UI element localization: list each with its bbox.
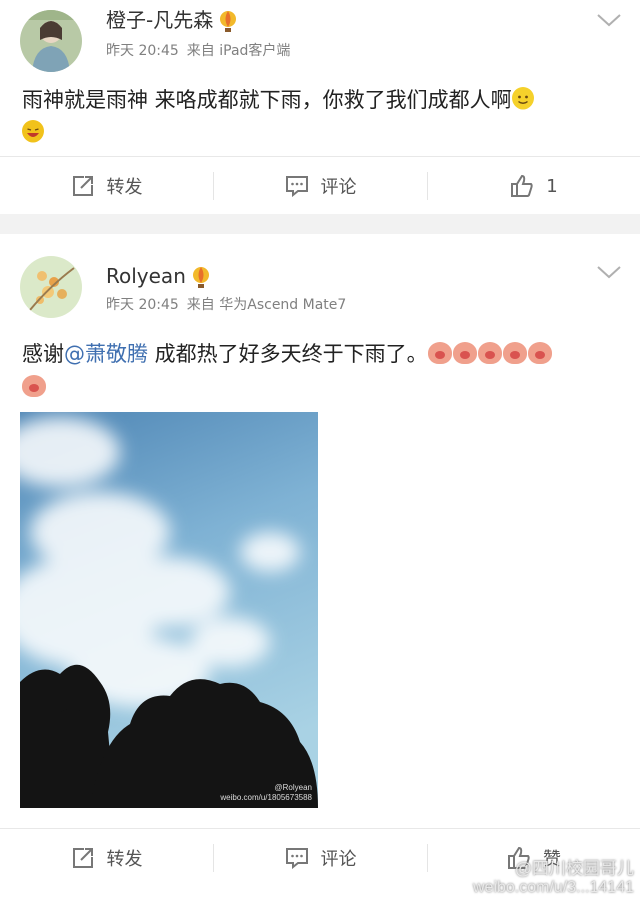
image-watermark: weibo.com/u/1805673588 xyxy=(219,793,312,802)
post-card-1: 橙子-凡先森 昨天 20:45 来自 iPad客户端 雨神就是雨神 来咯成都就下雨… xyxy=(0,0,640,214)
thumbs-up-icon xyxy=(511,174,533,197)
chevron-down-icon[interactable] xyxy=(596,264,622,282)
post-source: 来自 华为Ascend Mate7 xyxy=(186,297,347,313)
comment-icon xyxy=(285,176,308,197)
repost-button[interactable]: 转发 xyxy=(0,156,213,216)
post-text: 雨神就是雨神 来咯成都就下雨，你救了我们成都人啊 xyxy=(22,84,622,150)
pig-emoticon xyxy=(452,342,477,364)
repost-button[interactable]: 转发 xyxy=(0,828,213,888)
pig-emoticon xyxy=(527,342,552,364)
vip-balloon-icon xyxy=(219,10,237,33)
post-actions: 转发 评论 1 xyxy=(0,156,640,216)
mention-link[interactable]: @萧敬腾 xyxy=(64,342,148,366)
post-meta: 昨天 20:45 来自 华为Ascend Mate7 xyxy=(106,294,346,314)
avatar[interactable] xyxy=(20,10,82,72)
post-time: 昨天 20:45 xyxy=(106,43,179,59)
like-button[interactable]: 1 xyxy=(428,156,640,216)
pig-emoticon xyxy=(22,375,46,397)
vip-balloon-icon xyxy=(192,266,210,289)
username[interactable]: Rolyean xyxy=(106,264,210,289)
post-card-2: Rolyean 昨天 20:45 来自 华为Ascend Mate7 感谢@萧敬腾… xyxy=(0,234,640,901)
image-watermark-handle: @Rolyean xyxy=(275,783,312,792)
post-image[interactable]: weibo.com/u/1805673588 @Rolyean xyxy=(20,412,318,808)
comment-icon xyxy=(285,848,308,869)
watermark-handle: @四川校园哥儿 xyxy=(514,859,634,878)
repost-icon xyxy=(72,848,93,868)
comment-button[interactable]: 评论 xyxy=(214,828,427,888)
pig-emoticon xyxy=(427,342,452,364)
avatar[interactable] xyxy=(20,256,82,318)
pig-emoticon xyxy=(477,342,502,364)
comment-button[interactable]: 评论 xyxy=(214,156,427,216)
pig-emoticon xyxy=(502,342,527,364)
laugh-emoticon xyxy=(22,120,44,143)
smile-emoticon xyxy=(511,87,534,110)
chevron-down-icon[interactable] xyxy=(596,12,622,30)
watermark-url: weibo.com/u/3...14141 xyxy=(473,879,634,896)
post-meta: 昨天 20:45 来自 iPad客户端 xyxy=(106,40,290,60)
post-source: 来自 iPad客户端 xyxy=(186,43,291,59)
post-time: 昨天 20:45 xyxy=(106,297,179,313)
repost-icon xyxy=(72,176,93,196)
like-count: 1 xyxy=(546,175,558,197)
username[interactable]: 橙子-凡先森 xyxy=(106,8,237,33)
post-text: 感谢@萧敬腾 成都热了好多天终于下雨了。 xyxy=(22,338,622,404)
overlay-watermark: @四川校园哥儿 weibo.com/u/3...14141 xyxy=(473,854,634,897)
